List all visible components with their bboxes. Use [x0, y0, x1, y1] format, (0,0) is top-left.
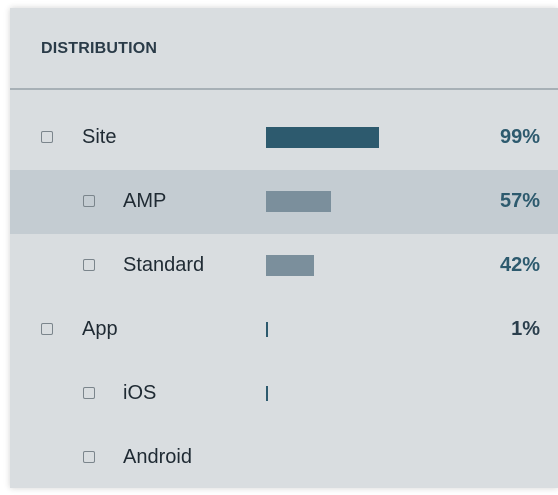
panel-title: DISTRIBUTION: [41, 40, 158, 57]
list-item-ios[interactable]: iOS: [10, 362, 558, 426]
checkbox-app[interactable]: [41, 323, 53, 335]
list-item-android[interactable]: Android: [10, 426, 558, 488]
panel-header: DISTRIBUTION: [10, 8, 558, 90]
bar-app: [266, 322, 268, 337]
label-standard: Standard: [123, 254, 205, 276]
checkbox-standard[interactable]: [83, 259, 95, 271]
checkbox-amp[interactable]: [83, 195, 95, 207]
label-android: Android: [123, 446, 192, 468]
bar-amp: [266, 191, 331, 212]
checkbox-android[interactable]: [83, 451, 95, 463]
checkbox-ios[interactable]: [83, 387, 95, 399]
list-item-standard[interactable]: Standard 42%: [10, 234, 558, 298]
list-item-amp[interactable]: AMP 57%: [10, 170, 558, 234]
distribution-list: Site 99% AMP 57% Standard 42% App 1% iOS: [10, 106, 558, 488]
list-item-site[interactable]: Site 99%: [10, 106, 558, 170]
percent-standard: 42%: [499, 254, 540, 276]
percent-app: 1%: [511, 318, 540, 340]
list-item-app[interactable]: App 1%: [10, 298, 558, 362]
label-site: Site: [82, 126, 117, 148]
percent-site: 99%: [499, 126, 540, 148]
label-ios: iOS: [123, 382, 157, 404]
bar-ios: [266, 386, 268, 401]
distribution-panel: DISTRIBUTION Site 99% AMP 57% Standard 4…: [10, 8, 558, 488]
percent-amp: 57%: [499, 190, 540, 212]
label-amp: AMP: [123, 190, 167, 212]
bar-site: [266, 127, 379, 148]
checkbox-site[interactable]: [41, 131, 53, 143]
label-app: App: [82, 318, 118, 340]
bar-standard: [266, 255, 314, 276]
